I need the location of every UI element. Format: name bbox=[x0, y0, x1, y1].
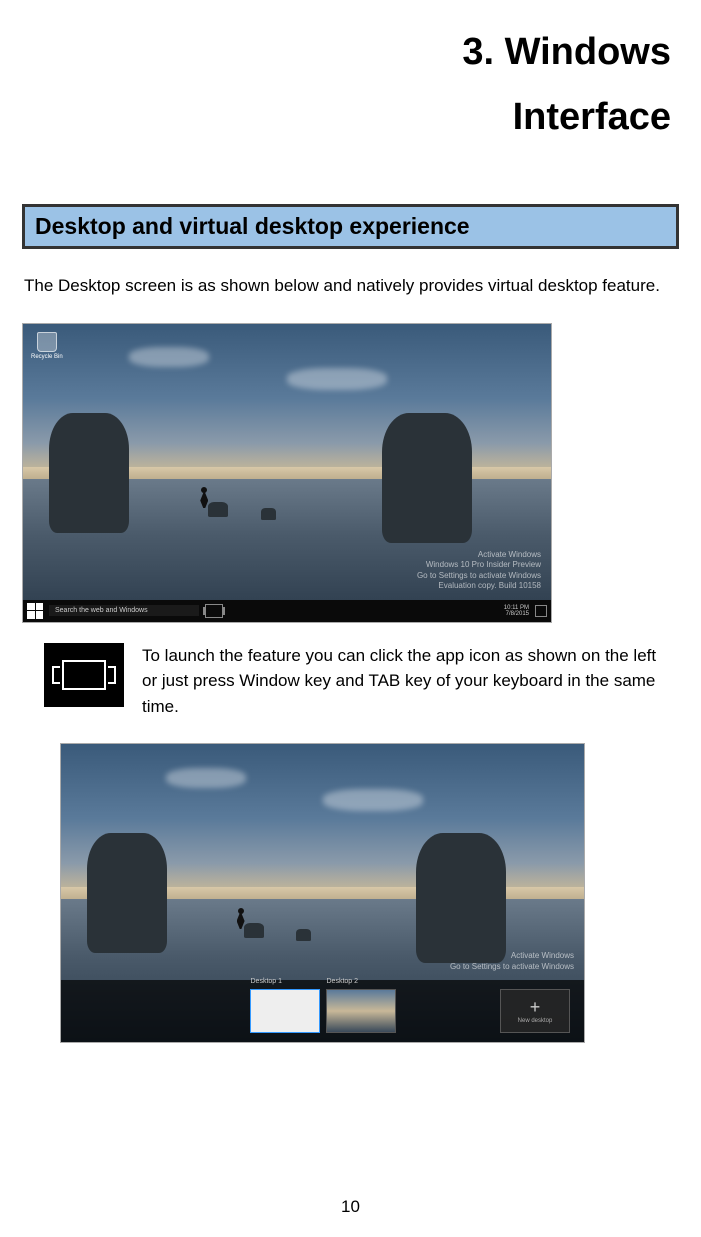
date: 7/8/2015 bbox=[504, 611, 529, 617]
cloud-decoration bbox=[129, 347, 209, 367]
start-button[interactable] bbox=[27, 603, 43, 619]
time: 10:11 PM bbox=[504, 605, 529, 611]
action-center-icon[interactable] bbox=[535, 605, 547, 617]
desktop-2-label: Desktop 2 bbox=[327, 978, 359, 985]
intro-text: The Desktop screen is as shown below and… bbox=[22, 267, 679, 304]
eval-copy: Evaluation copy. Build 10158 bbox=[417, 581, 541, 591]
activate-title: Activate Windows bbox=[450, 951, 574, 961]
new-desktop-label: New desktop bbox=[518, 1018, 553, 1024]
runner-decoration bbox=[197, 487, 211, 511]
activate-hint: Go to Settings to activate Windows bbox=[450, 962, 574, 972]
recycle-bin-icon[interactable]: Recycle Bin bbox=[31, 332, 63, 360]
recycle-bin-label: Recycle Bin bbox=[31, 354, 63, 360]
section-heading: Desktop and virtual desktop experience bbox=[22, 204, 679, 249]
rock-decoration bbox=[296, 929, 311, 941]
bin-icon bbox=[37, 332, 57, 352]
thumb-preview bbox=[327, 990, 395, 1032]
task-view-glyph bbox=[62, 660, 106, 690]
virtual-desktop-bar: Desktop 1 Desktop 2 + New desktop bbox=[61, 980, 584, 1042]
clock[interactable]: 10:11 PM 7/8/2015 bbox=[504, 605, 529, 617]
activate-windows-watermark: Activate Windows Windows 10 Pro Insider … bbox=[417, 550, 541, 592]
desktop-1-label: Desktop 1 bbox=[251, 978, 283, 985]
taskview-description: To launch the feature you can click the … bbox=[142, 643, 657, 720]
desktop-thumbnail-1[interactable]: Desktop 1 bbox=[250, 989, 320, 1033]
rock-decoration bbox=[87, 833, 167, 953]
desktop-thumbnail-2[interactable]: Desktop 2 bbox=[326, 989, 396, 1033]
cloud-decoration bbox=[323, 789, 423, 811]
rock-decoration bbox=[416, 833, 506, 963]
activate-title: Activate Windows bbox=[417, 550, 541, 560]
cloud-decoration bbox=[287, 368, 387, 390]
chapter-title: 3. Windows Interface bbox=[22, 20, 679, 149]
rock-decoration bbox=[382, 413, 472, 543]
rock-decoration bbox=[49, 413, 129, 533]
activate-windows-watermark: Activate Windows Go to Settings to activ… bbox=[450, 951, 574, 972]
cloud-decoration bbox=[166, 768, 246, 788]
activate-hint: Go to Settings to activate Windows bbox=[417, 571, 541, 581]
activate-sub: Windows 10 Pro Insider Preview bbox=[417, 560, 541, 570]
system-tray: 10:11 PM 7/8/2015 bbox=[504, 605, 547, 617]
task-view-large-icon bbox=[44, 643, 124, 707]
taskbar: Search the web and Windows 10:11 PM 7/8/… bbox=[23, 600, 551, 622]
thumb-preview bbox=[251, 990, 319, 1032]
page-number: 10 bbox=[0, 1197, 701, 1217]
chapter-title-line2: Interface bbox=[513, 96, 671, 138]
chapter-title-line1: 3. Windows bbox=[462, 31, 671, 73]
search-input[interactable]: Search the web and Windows bbox=[49, 605, 199, 616]
desktop-screenshot: Recycle Bin Activate Windows Windows 10 … bbox=[22, 323, 552, 623]
taskview-instruction-row: To launch the feature you can click the … bbox=[22, 643, 679, 720]
plus-icon: + bbox=[530, 998, 541, 1016]
runner-decoration bbox=[234, 908, 248, 932]
new-desktop-button[interactable]: + New desktop bbox=[500, 989, 570, 1033]
task-view-icon[interactable] bbox=[205, 604, 223, 618]
rock-decoration bbox=[261, 508, 276, 520]
virtual-desktop-screenshot: Activate Windows Go to Settings to activ… bbox=[60, 743, 585, 1043]
